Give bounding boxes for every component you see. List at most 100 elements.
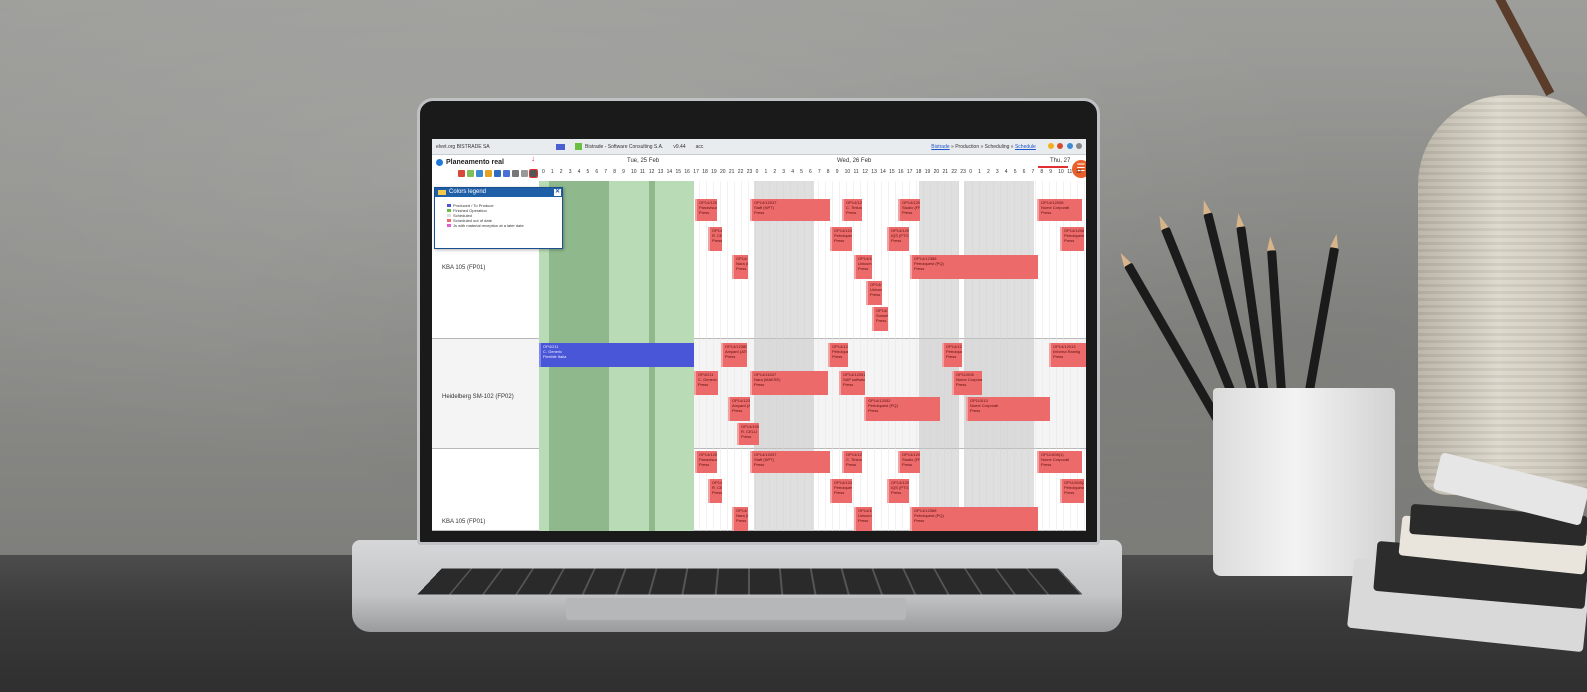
- task-block[interactable]: OP14/1209Nara (MAKSE)Press: [732, 507, 748, 531]
- task-block[interactable]: OP14/12388 Petrolquest (PQ) Press: [910, 507, 1038, 531]
- alert-icon[interactable]: [1057, 142, 1064, 149]
- task-block[interactable]: OP14/12052 Petrolquest (PQ) Press: [864, 397, 940, 421]
- resource-label[interactable]: KBA 105 (FP01): [442, 519, 485, 525]
- task-block[interactable]: OP14/12380(1)Amyard (ATC)Press: [721, 343, 747, 367]
- hour-tick-label: 10: [1058, 169, 1064, 175]
- task-block[interactable]: OP14/12030C. TinturasPress: [842, 199, 862, 221]
- hour-tick-label: 7: [604, 169, 608, 175]
- arrow-down-icon: ↓: [531, 154, 535, 163]
- task-block[interactable]: OP14/12033Studio (FRIG)Press: [898, 199, 920, 221]
- hour-tick-label: 4: [577, 169, 581, 175]
- task-block[interactable]: OP14/12037 Staff (NPT) Press: [750, 199, 830, 221]
- zoom-out-icon[interactable]: [521, 170, 528, 177]
- hour-tick-label: 1: [764, 169, 768, 175]
- hour-tick-label: 12: [862, 169, 868, 175]
- legend-header[interactable]: Colors legend ✕: [435, 188, 562, 197]
- resource-label[interactable]: Heidelberg SM-102 (FP02): [442, 394, 514, 400]
- star-icon[interactable]: [1047, 142, 1054, 149]
- hour-tick-label: 0: [542, 169, 545, 175]
- app-version: v9.44: [673, 143, 686, 150]
- hour-tick-label: 17: [906, 169, 913, 175]
- help-icon[interactable]: [1066, 142, 1073, 149]
- task-block[interactable]: OP14/12064Sunset AIPress: [872, 307, 888, 331]
- hour-tick-label: 5: [1013, 169, 1017, 175]
- hour-tick-label: 15: [675, 169, 682, 175]
- list-icon[interactable]: [494, 170, 501, 177]
- task-block[interactable]: OP14/12033Studio (FRIG)Press: [898, 451, 920, 473]
- laptop-keyboard: [417, 568, 1083, 595]
- hour-tick-label: 9: [835, 169, 839, 175]
- task-block[interactable]: OP14/12046R. CELLIPress: [708, 479, 722, 503]
- hour-tick-label: 1: [550, 169, 554, 175]
- hour-ruler: 0 1 2 3 4 5 6 7 8 9 10 11 12 13 14 15 16 17 18 19 20 21 22 23 0 1…: [542, 168, 1086, 179]
- legend-item-label: Js with material reception at a later da…: [453, 223, 524, 228]
- language-flag-icon[interactable]: [556, 143, 565, 150]
- info-icon[interactable]: [436, 158, 443, 166]
- hour-tick-label: 13: [657, 169, 664, 175]
- task-block-produced[interactable]: OP4/211 C. Generic Flexible Italia: [539, 343, 694, 367]
- colors-legend-panel: Colors legend ✕ Produced / To Produce Fin…: [434, 187, 563, 249]
- task-block[interactable]: OP14/10950Unicum (UCP)Press: [854, 255, 872, 279]
- hour-tick-label: 13: [871, 169, 877, 175]
- task-block[interactable]: OP14/12046R. CELLIPress: [708, 227, 722, 251]
- hour-tick-label: 11: [1067, 169, 1073, 175]
- task-block[interactable]: OP14/1209Nara (Hybrid)Press: [732, 255, 748, 279]
- hour-tick-label: 8: [826, 169, 830, 175]
- task-block[interactable]: OP14/12009Panavisual (PDU)Press: [695, 199, 717, 221]
- task-block[interactable]: OP14/11637 Nara (MAKSE) Press: [750, 371, 828, 395]
- day-header: Tue, 25 Feb: [627, 158, 660, 164]
- database-icon[interactable]: [503, 170, 510, 177]
- task-block[interactable]: OP14/12051 SAP software Press: [839, 371, 865, 395]
- task-block[interactable]: OP14/10047R. CELLIPress: [737, 423, 759, 445]
- task-block[interactable]: OP14/12380(2)Amyard (ATC)Press: [728, 397, 750, 421]
- task-block[interactable]: OP14/12388 Petrolquest (PQ) Press: [910, 255, 1038, 279]
- task-block[interactable]: OP14/12009Panavisual (PDU)Press: [695, 451, 717, 473]
- task-block[interactable]: OP11/008(2)PetrolquestPress: [1060, 479, 1084, 503]
- task-block[interactable]: OP11/008 Nome Corporati Press: [952, 371, 982, 395]
- task-block[interactable]: OP14/12013IQS (PTG)Press: [887, 479, 909, 503]
- breadcrumb-current[interactable]: Schedule: [1015, 144, 1036, 150]
- close-icon[interactable]: ✕: [554, 189, 561, 196]
- task-block[interactable]: OP11/008(1) Nome Corporati Press: [1037, 451, 1082, 473]
- task-block[interactable]: OP14/12030C. TinturasPress: [842, 451, 862, 473]
- task-block[interactable]: OP14/12421Petrolquest (PQ)Press: [828, 343, 848, 367]
- task-block[interactable]: OP11/013 Nome Corporati Press: [966, 397, 1050, 421]
- legend-toggle-icon[interactable]: [529, 169, 538, 178]
- settings-icon[interactable]: [1076, 142, 1082, 149]
- hour-tick-label: 11: [639, 169, 646, 175]
- user-name[interactable]: acc: [696, 144, 704, 150]
- task-block[interactable]: OP4/211 C. Generic Press: [694, 371, 718, 395]
- hour-tick-label: 14: [666, 169, 673, 175]
- report-icon[interactable]: [458, 170, 465, 177]
- task-block[interactable]: OP14/12420Petrolquest (PQ)Press: [830, 227, 852, 251]
- task-block[interactable]: OP14/12564Petrolquest (PQ)Press: [942, 343, 962, 367]
- task-block[interactable]: OP14/10950Unicum (UCP)Press: [866, 281, 882, 305]
- task-block[interactable]: OP14/12061PetrolquestPress: [1060, 227, 1084, 251]
- laptop-trackpad: [566, 598, 906, 620]
- breadcrumb-root[interactable]: Bistrade: [931, 144, 949, 150]
- save-icon[interactable]: [476, 170, 483, 177]
- task-block[interactable]: OP14/12013 Informa Ramlig Press: [1049, 343, 1086, 367]
- hour-tick-label: 18: [915, 169, 922, 175]
- task-block[interactable]: OP14/12008 Nome Corporati Press: [1037, 199, 1082, 221]
- page-title: Planeamento real: [446, 158, 504, 166]
- hour-tick-label: 1: [978, 169, 981, 175]
- zoom-in-icon[interactable]: [512, 170, 519, 177]
- hour-tick-label: 2: [773, 169, 777, 175]
- task-block[interactable]: OP14/12013IQS (PTG)Press: [887, 227, 909, 251]
- hour-tick-label: 10: [631, 169, 637, 175]
- export-icon[interactable]: [467, 170, 474, 177]
- hour-tick-label: 22: [737, 169, 744, 175]
- resource-label[interactable]: KBA 105 (FP01): [442, 265, 485, 271]
- task-block[interactable]: OP14/12037 Staff (NPT) Press: [750, 451, 830, 473]
- hour-tick-label: 5: [800, 169, 803, 175]
- task-block[interactable]: OP14/12420Petrolquest (PQ)Press: [830, 479, 852, 503]
- hour-tick-label: 8: [1040, 169, 1044, 175]
- task-block[interactable]: OP14/10950Unicum (UCP)Press: [854, 507, 872, 531]
- day-header: Thu, 27: [1050, 158, 1071, 164]
- hour-tick-label: 16: [684, 169, 690, 175]
- non-working-zone: [754, 181, 814, 531]
- day-header: Wed, 26 Feb: [837, 158, 872, 164]
- settings-icon[interactable]: [485, 170, 492, 177]
- hour-tick-label: 4: [791, 169, 794, 175]
